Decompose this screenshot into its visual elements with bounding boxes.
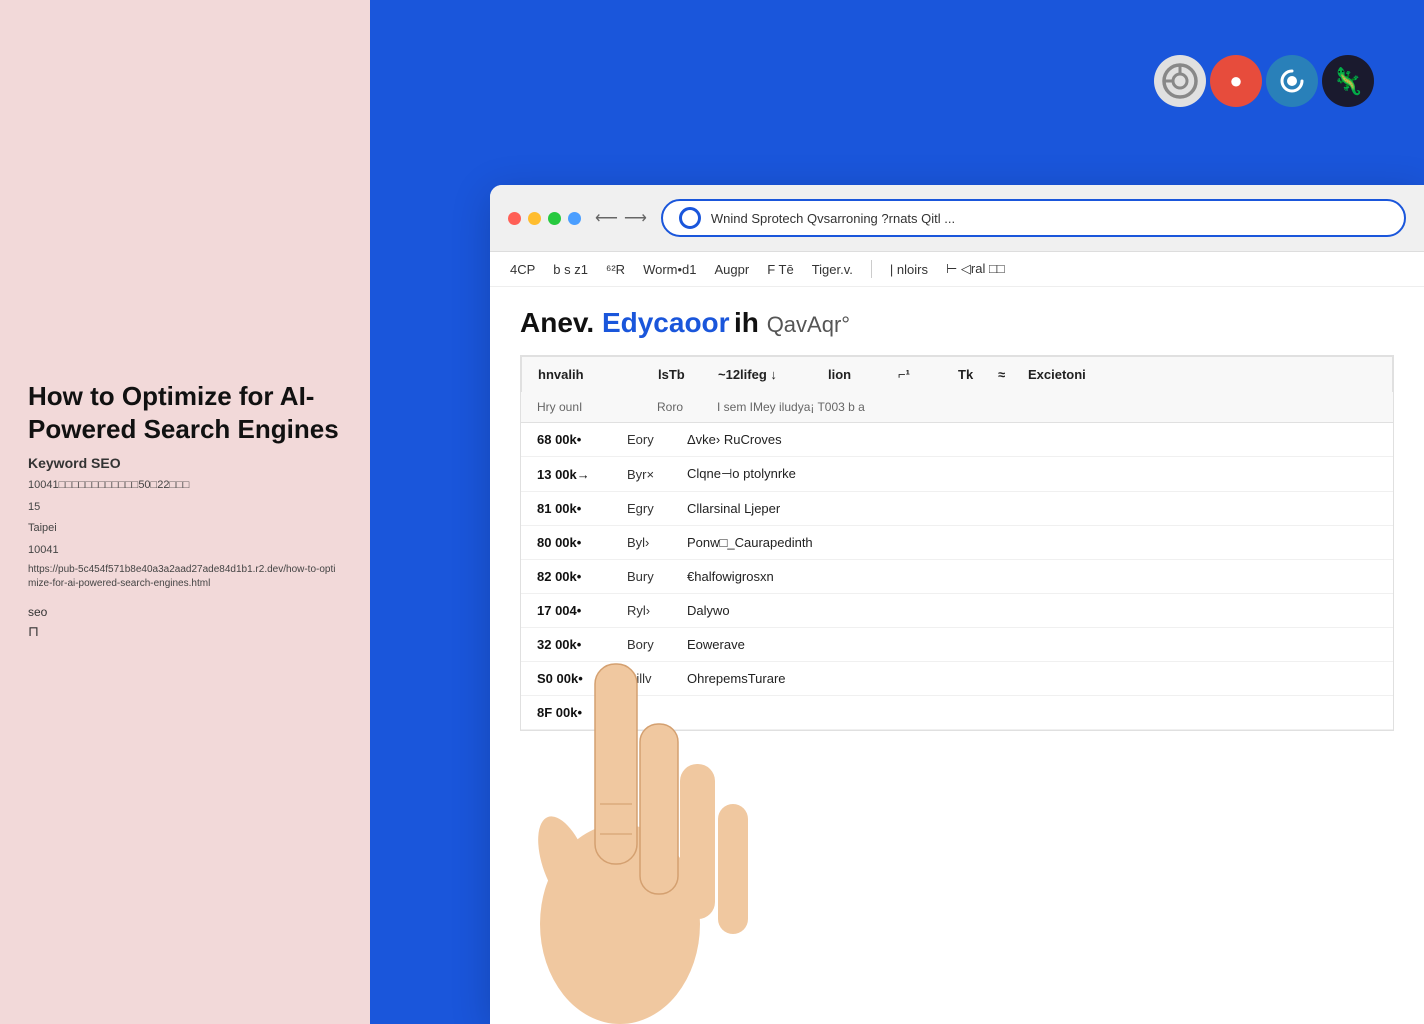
loading-indicator [679, 207, 701, 229]
row1-volume: 68 00k• [537, 432, 627, 447]
table-row: 68 00k• Eory Δvke› RuCroves [521, 423, 1393, 457]
row5-volume: 82 00k• [537, 569, 627, 584]
minimize-button[interactable] [528, 212, 541, 225]
brand-icon-1 [1154, 55, 1206, 107]
row3-volume: 81 00k• [537, 501, 627, 516]
article-title: How to Optimize for AI-Powered Search En… [28, 380, 342, 445]
toolbar-item-ural[interactable]: ⊢ ◁ral □□ [946, 261, 1005, 277]
row5-keyword: €halfowigrosxn [687, 569, 1377, 584]
page-heading-right: QavAqr° [767, 312, 850, 337]
browser-window: ⟵ ⟶ Wnind Sprotech Qvsarroning ?rnats Qi… [490, 185, 1424, 1024]
brand-icons-row: ● 🦎 [1154, 55, 1374, 107]
th-lstb: lsTb [658, 367, 718, 382]
th-tk: Tk [958, 367, 998, 382]
toolbar-item-nloirs[interactable]: | nloirs [890, 262, 928, 277]
row8-diff: Nillv [627, 671, 687, 686]
close-button[interactable] [508, 212, 521, 225]
th-12lifeg: ~12lifeg ↓ [718, 367, 828, 382]
brand-icon-4: 🦎 [1322, 55, 1374, 107]
table-subheader: Hry ounI Roro I sem IMey iludya¡ T003 b … [521, 392, 1393, 423]
row4-volume: 80 00k• [537, 535, 627, 550]
th-hnvalih: hnvalih [538, 367, 658, 382]
page-heading-area: Anev. Edycaoor ih QavAqr° [520, 307, 1394, 339]
toolbar-item-te[interactable]: F Tē [767, 262, 794, 277]
data-table: hnvalih lsTb ~12lifeg ↓ lion ⌐¹ Tk ≈ Exc… [520, 355, 1394, 731]
row8-volume: S0 00k• [537, 671, 627, 686]
traffic-lights [508, 212, 581, 225]
toolbar-item-2[interactable]: b s z1 [553, 262, 588, 277]
row4-keyword: Ponw□_Caurapedinth [687, 535, 1377, 550]
table-header: hnvalih lsTb ~12lifeg ↓ lion ⌐¹ Tk ≈ Exc… [521, 356, 1393, 392]
table-row: 81 00k• Egry Cllarsinal Ljeper [521, 492, 1393, 526]
row1-diff: Eory [627, 432, 687, 447]
subh-roro: Roro [657, 400, 717, 414]
toolbar-item-tiger[interactable]: Tiger.v. [812, 262, 853, 277]
extra-button[interactable] [568, 212, 581, 225]
th-icon1: ⌐¹ [898, 367, 938, 382]
url-bar[interactable]: Wnind Sprotech Qvsarroning ?rnats Qitl .… [661, 199, 1406, 237]
row2-diff: Byr× [627, 467, 687, 482]
row1-keyword: Δvke› RuCroves [687, 432, 1377, 447]
table-row: 32 00k• Bory Eowerave [521, 628, 1393, 662]
brand-icon-2: ● [1210, 55, 1262, 107]
row7-volume: 32 00k• [537, 637, 627, 652]
row2-volume: 13 00k→ [537, 467, 627, 482]
page-heading-ih: ih [734, 307, 767, 338]
row4-diff: Byl› [627, 535, 687, 550]
table-row: 17 004• Ryl› Dalywo [521, 594, 1393, 628]
keyword-label: Keyword SEO [28, 455, 342, 471]
row3-keyword: Cllarsinal Ljeper [687, 501, 1377, 516]
row7-diff: Bory [627, 637, 687, 652]
row7-keyword: Eowerave [687, 637, 1377, 652]
th-lion: lion [828, 367, 898, 382]
maximize-button[interactable] [548, 212, 561, 225]
row3-diff: Egry [627, 501, 687, 516]
meta-line1: 10041□□□□□□□□□□□□50□22□□□ [28, 477, 342, 495]
toolbar-item-3[interactable]: ⁶²R [606, 262, 625, 277]
meta-city: Taipei [28, 520, 342, 538]
meta-code: 10041 [28, 542, 342, 560]
subh-text: I sem IMey iludya¡ T003 b a [717, 400, 1377, 414]
url-text: Wnind Sprotech Qvsarroning ?rnats Qitl .… [711, 211, 1388, 226]
browser-toolbar: 4CP b s z1 ⁶²R Worm•d1 Augpr F Tē Tiger.… [490, 252, 1424, 287]
row5-diff: Bury [627, 569, 687, 584]
forward-icon[interactable]: ⟶ [624, 208, 647, 228]
page-heading-blue: Edycaoor [602, 307, 730, 338]
brand-icon-3 [1266, 55, 1318, 107]
row6-diff: Ryl› [627, 603, 687, 618]
seo-tag: seo [28, 605, 342, 619]
subh-hryoun: Hry ounI [537, 400, 657, 414]
table-row: 80 00k• Byl› Ponw□_Caurapedinth [521, 526, 1393, 560]
browser-content: Anev. Edycaoor ih QavAqr° hnvalih lsTb ~… [490, 287, 1424, 1024]
th-excietoni: Excietoni [1028, 367, 1376, 382]
back-icon[interactable]: ⟵ [595, 208, 618, 228]
table-row: 13 00k→ Byr× Clqne⊣o ptolynrke [521, 457, 1393, 492]
table-row: 82 00k• Bury €halfowigrosxn [521, 560, 1393, 594]
row9-volume: 8F 00k• [537, 705, 627, 720]
browser-nav: ⟵ ⟶ [595, 208, 647, 228]
main-area: ● 🦎 ⟵ ⟶ Wni [370, 0, 1424, 1024]
toolbar-item-1[interactable]: 4CP [510, 262, 535, 277]
page-heading-plain: Anev. [520, 307, 602, 338]
row8-keyword: OhrepemsTurare [687, 671, 1377, 686]
th-approx: ≈ [998, 367, 1028, 382]
toolbar-item-worm[interactable]: Worm•d1 [643, 262, 696, 277]
table-row: S0 00k• Nillv OhrepemsTurare [521, 662, 1393, 696]
table-row: 8F 00k• [521, 696, 1393, 730]
toolbar-divider [871, 260, 872, 278]
row6-keyword: Dalywo [687, 603, 1377, 618]
tag-icon: ⊓ [28, 623, 342, 640]
row6-volume: 17 004• [537, 603, 627, 618]
toolbar-item-augpr[interactable]: Augpr [715, 262, 750, 277]
browser-chrome: ⟵ ⟶ Wnind Sprotech Qvsarroning ?rnats Qi… [490, 185, 1424, 252]
article-url: https://pub-5c454f571b8e40a3a2aad27ade84… [28, 563, 342, 591]
row2-keyword: Clqne⊣o ptolynrke [687, 466, 1377, 482]
meta-line2: 15 [28, 499, 342, 517]
left-sidebar: How to Optimize for AI-Powered Search En… [0, 0, 370, 1024]
